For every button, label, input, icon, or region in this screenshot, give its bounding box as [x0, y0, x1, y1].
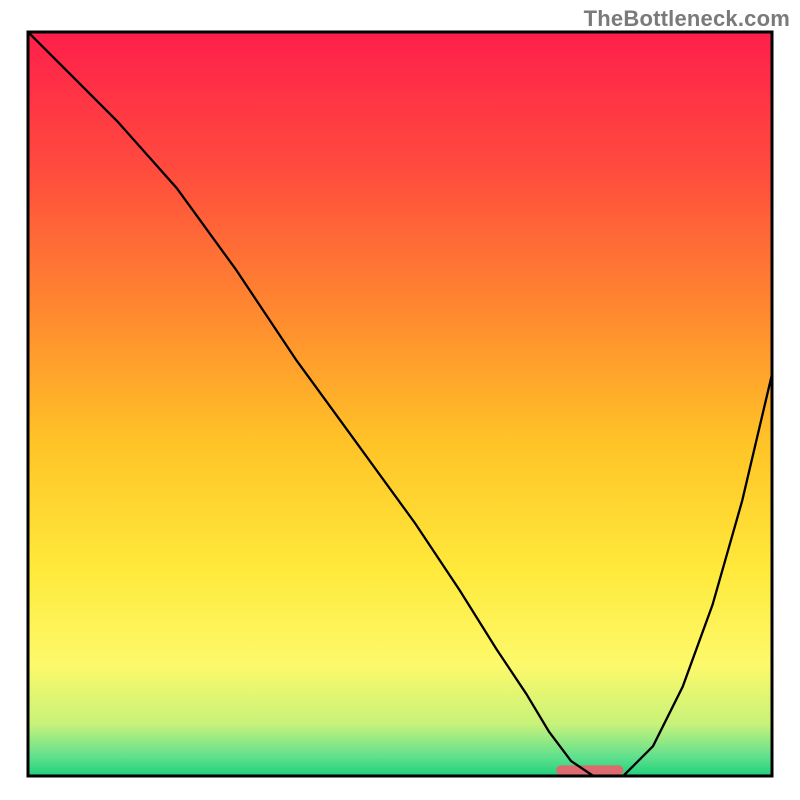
watermark-label: TheBottleneck.com	[584, 6, 790, 32]
chart-svg	[0, 0, 800, 800]
chart-container: TheBottleneck.com	[0, 0, 800, 800]
chart-background	[28, 32, 772, 776]
